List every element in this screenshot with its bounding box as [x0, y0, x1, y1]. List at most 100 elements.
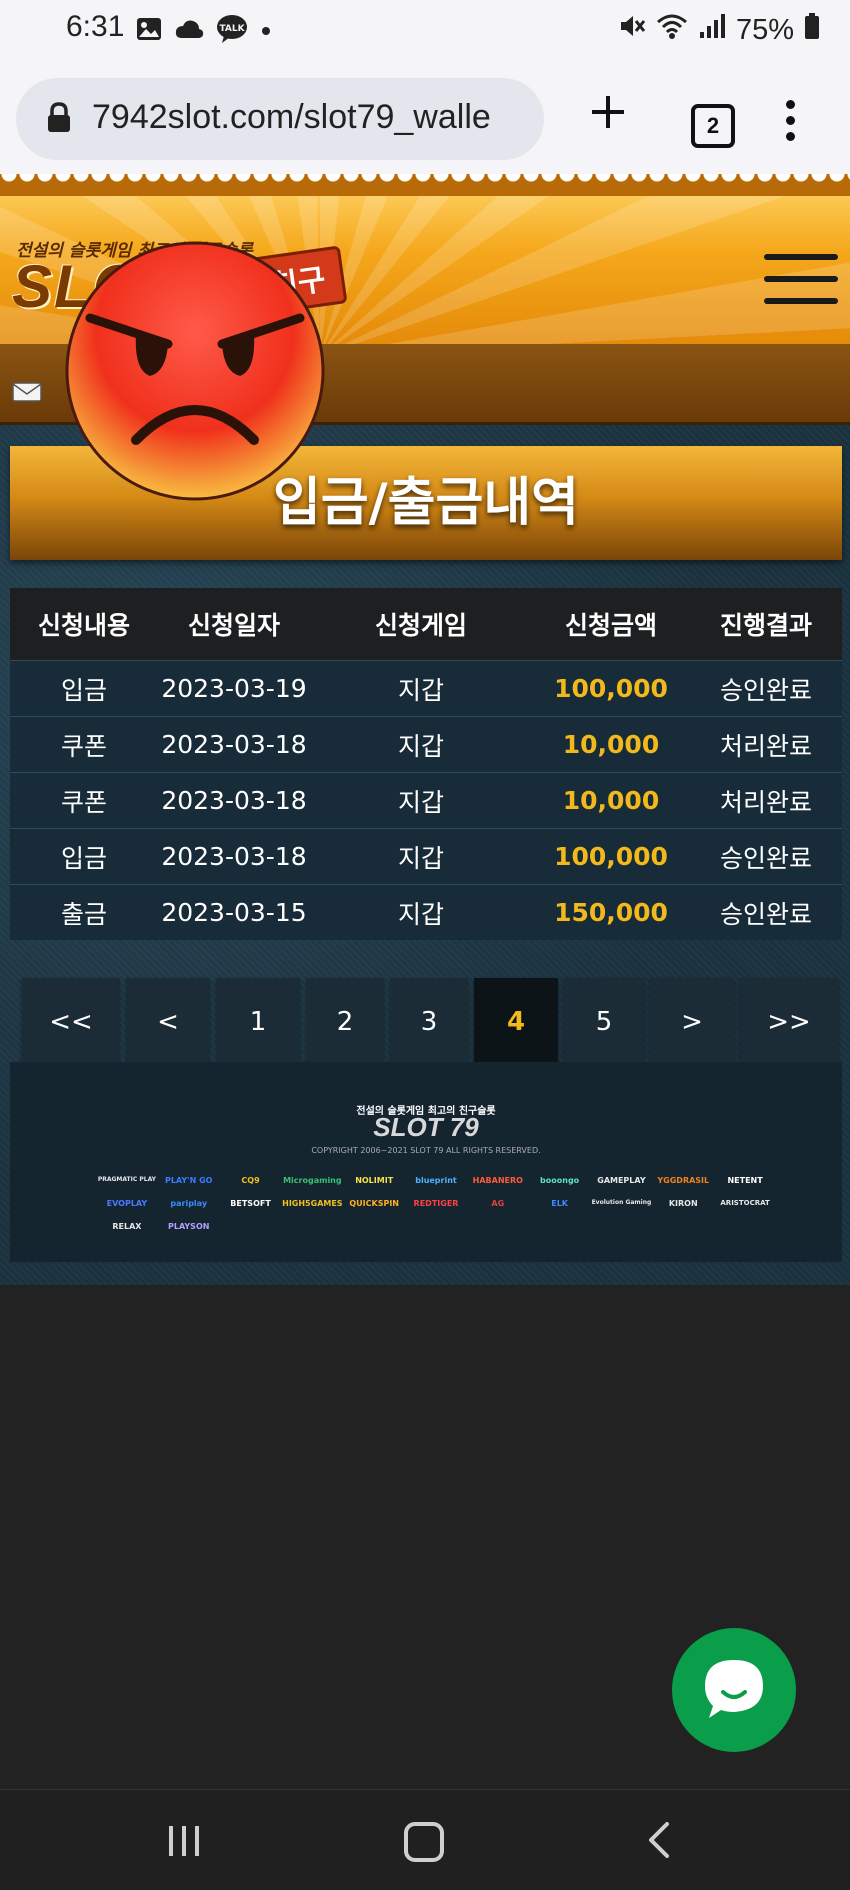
provider-logo: BETSOFT [230, 1199, 271, 1208]
cell-amount: 10,000 [562, 786, 660, 815]
wifi-icon [656, 12, 688, 48]
provider-logo: NOLIMIT [355, 1176, 394, 1185]
recents-button[interactable] [165, 1820, 205, 1864]
provider-logo: blueprint [415, 1176, 457, 1185]
chat-bubble-icon [705, 1660, 763, 1718]
provider-logo: EVOPLAY [106, 1199, 148, 1208]
cell-status: 승인완료 [719, 899, 812, 929]
signal-icon [698, 12, 726, 48]
header-status: 진행결과 [719, 611, 812, 640]
table-row: 입금 2023-03-19 지갑 100,000 승인완료 [10, 660, 842, 716]
cell-amount: 10,000 [562, 730, 660, 759]
provider-logo: AG [491, 1199, 505, 1208]
new-tab-button[interactable] [588, 92, 628, 132]
provider-logo: PRAGMATIC PLAY [97, 1176, 156, 1183]
provider-logo: QUICKSPIN [349, 1199, 399, 1208]
cell-game: 지갑 [397, 731, 444, 761]
cell-type: 출금 [60, 899, 107, 929]
provider-logo: Microgaming [283, 1176, 342, 1185]
page-first-button[interactable]: << [22, 978, 120, 1066]
page-button-1[interactable]: 1 [216, 978, 300, 1066]
angry-face-icon [65, 241, 325, 501]
cell-date: 2023-03-15 [161, 898, 307, 927]
provider-logo: ELK [551, 1199, 568, 1208]
provider-logo: pariplay [170, 1199, 208, 1208]
lock-icon [46, 102, 72, 138]
footer-logo: SLOT 79 [373, 1112, 479, 1142]
provider-logo: KIRON [668, 1199, 698, 1208]
cell-game: 지갑 [397, 899, 444, 929]
table-header: 신청내용 신청일자 신청게임 신청금액 진행결과 [10, 588, 842, 660]
status-bar: 6:31 TALK 75% [0, 0, 850, 62]
cell-type: 쿠폰 [60, 731, 107, 761]
site-footer: 전설의 슬롯게임 최고의 친구슬롯 SLOT 79 COPYRIGHT 2006… [10, 1062, 842, 1262]
page-button-3[interactable]: 3 [390, 978, 468, 1066]
table-row: 쿠폰 2023-03-18 지갑 10,000 처리완료 [10, 772, 842, 828]
dot-icon [260, 22, 272, 41]
home-button[interactable] [404, 1822, 444, 1862]
cell-type: 입금 [60, 843, 107, 873]
cell-date: 2023-03-18 [161, 730, 307, 759]
cloud-icon [174, 18, 204, 44]
history-table: 신청내용 신청일자 신청게임 신청금액 진행결과 입금 2023-03-19 지… [10, 588, 842, 940]
cell-type: 쿠폰 [60, 787, 107, 817]
provider-logo: ARISTOCRAT [720, 1199, 770, 1207]
provider-logo: YGGDRASIL [657, 1176, 710, 1185]
tab-switcher-button[interactable]: 2 [691, 104, 735, 148]
cell-game: 지갑 [397, 843, 444, 873]
page-prev-button[interactable]: < [126, 978, 210, 1066]
header-type: 신청내용 [37, 611, 130, 640]
address-bar[interactable]: 7942slot.com/slot79_walle [16, 78, 544, 160]
cell-status: 처리완료 [719, 787, 812, 817]
back-button[interactable] [645, 1820, 675, 1864]
header-amount: 신청금액 [564, 611, 657, 640]
cell-date: 2023-03-19 [161, 674, 307, 703]
provider-logo: PLAY'N GO [164, 1176, 213, 1185]
page-button-5[interactable]: 5 [564, 978, 644, 1066]
more-options-icon[interactable] [786, 100, 796, 148]
pagination: << < 1 2 3 4 5 > >> [22, 978, 838, 1066]
provider-logo: PLAYSON [168, 1222, 210, 1231]
provider-logo: NETENT [727, 1176, 763, 1185]
header-date: 신청일자 [187, 611, 280, 640]
page-last-button[interactable]: >> [740, 978, 838, 1066]
table-row: 입금 2023-03-18 지갑 100,000 승인완료 [10, 828, 842, 884]
talk-icon: TALK [216, 14, 248, 48]
cell-status: 처리완료 [719, 731, 812, 761]
page-button-4-current[interactable]: 4 [474, 978, 558, 1066]
table-row: 쿠폰 2023-03-18 지갑 10,000 처리완료 [10, 716, 842, 772]
gallery-icon [136, 17, 162, 45]
table-row: 출금 2023-03-15 지갑 150,000 승인완료 [10, 884, 842, 940]
menu-icon[interactable] [764, 254, 838, 320]
cell-date: 2023-03-18 [161, 786, 307, 815]
cell-status: 승인완료 [719, 675, 812, 705]
cell-date: 2023-03-18 [161, 842, 307, 871]
provider-logo: HIGH5GAMES [282, 1199, 343, 1208]
chat-button[interactable] [672, 1628, 796, 1752]
system-nav-bar [0, 1789, 850, 1890]
cell-type: 입금 [60, 675, 107, 705]
provider-logo: GAMEPLAY [597, 1176, 646, 1185]
browser-toolbar: 7942slot.com/slot79_walle 2 [0, 62, 850, 174]
footer-copyright: COPYRIGHT 2006~2021 SLOT 79 ALL RIGHTS R… [311, 1146, 541, 1155]
page-next-button[interactable]: > [650, 978, 734, 1066]
page-button-2[interactable]: 2 [306, 978, 384, 1066]
status-time: 6:31 [66, 10, 125, 43]
cell-amount: 100,000 [554, 842, 668, 871]
provider-logo: Evolution Gaming [591, 1199, 652, 1206]
mute-icon [618, 12, 646, 48]
svg-text:TALK: TALK [219, 24, 245, 34]
provider-logo: HABANERO [472, 1176, 523, 1185]
provider-logo: RELAX [112, 1222, 142, 1231]
cell-amount: 100,000 [554, 674, 668, 703]
url-text[interactable]: 7942slot.com/slot79_walle [92, 98, 536, 137]
cell-amount: 150,000 [554, 898, 668, 927]
cell-status: 승인완료 [719, 843, 812, 873]
battery-icon [804, 12, 820, 48]
cell-game: 지갑 [397, 675, 444, 705]
battery-percent: 75% [735, 13, 794, 46]
provider-logo: CQ9 [241, 1176, 260, 1185]
header-scallop-border [0, 174, 850, 196]
provider-logo: booongo [540, 1176, 580, 1185]
mail-icon[interactable] [12, 382, 42, 406]
